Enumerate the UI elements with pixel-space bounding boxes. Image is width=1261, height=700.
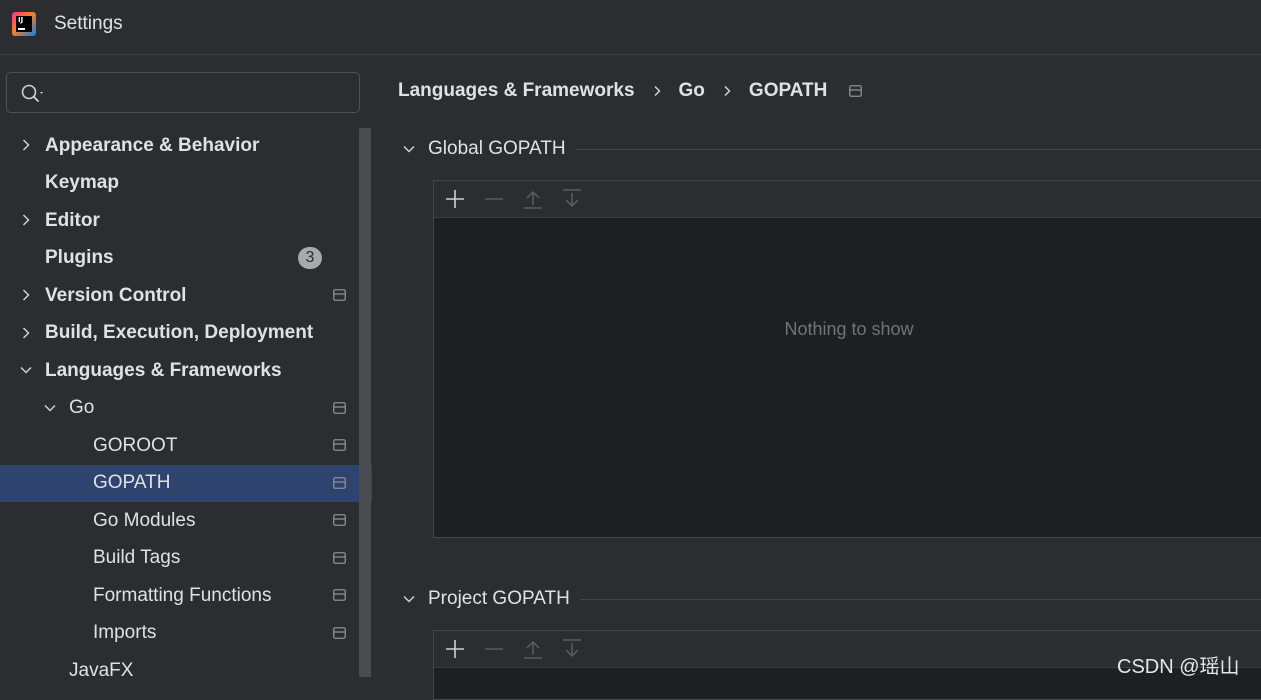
minus-icon bbox=[485, 648, 503, 650]
search-input[interactable] bbox=[51, 81, 351, 105]
project-level-icon bbox=[333, 476, 346, 489]
tree-item-label: GOROOT bbox=[93, 434, 178, 456]
tree-item-label: JavaFX bbox=[69, 659, 134, 681]
section-divider bbox=[579, 598, 1261, 600]
chevron-right-icon[interactable] bbox=[19, 138, 33, 152]
tree-item-languages-frameworks[interactable]: Languages & Frameworks bbox=[0, 352, 372, 390]
move-down-button[interactable] bbox=[561, 638, 583, 660]
breadcrumb: Languages & Frameworks Go GOPATH bbox=[398, 78, 863, 104]
tree-item-version-control[interactable]: Version Control bbox=[0, 277, 372, 315]
global-toolbar bbox=[434, 181, 1261, 218]
move-down-icon bbox=[563, 189, 581, 208]
tree-item-javafx[interactable]: JavaFX bbox=[0, 652, 372, 690]
minus-icon bbox=[485, 198, 503, 200]
move-up-icon bbox=[524, 640, 542, 659]
tree-item-label: Keymap bbox=[45, 172, 119, 194]
remove-button[interactable] bbox=[483, 638, 505, 660]
chevron-down-icon[interactable] bbox=[19, 363, 33, 377]
title-bar: IJ Settings bbox=[0, 0, 1261, 55]
add-button[interactable] bbox=[444, 638, 466, 660]
update-count-badge: 3 bbox=[298, 246, 322, 269]
tree-item-editor[interactable]: Editor bbox=[0, 202, 372, 240]
search-icon[interactable] bbox=[20, 83, 46, 103]
chevron-right-icon[interactable] bbox=[19, 326, 33, 340]
tree-item-label: GOPATH bbox=[93, 472, 171, 494]
section-title: Project GOPATH bbox=[428, 588, 570, 609]
breadcrumb-item[interactable]: Go bbox=[679, 80, 705, 102]
tree-item-plugins[interactable]: Plugins 3 bbox=[0, 240, 372, 278]
global-gopath-header[interactable]: Global GOPATH bbox=[402, 137, 1261, 161]
tree-item-label: Version Control bbox=[45, 284, 187, 306]
tree-item-label: Editor bbox=[45, 209, 100, 231]
move-up-button[interactable] bbox=[522, 638, 544, 660]
project-level-icon bbox=[333, 401, 346, 414]
tree-item-label: Go Modules bbox=[93, 509, 196, 531]
tree-item-build-tags[interactable]: Build Tags bbox=[0, 540, 372, 578]
tree-item-appearance-behavior[interactable]: Appearance & Behavior bbox=[0, 127, 372, 165]
move-down-button[interactable] bbox=[561, 188, 583, 210]
watermark: CSDN @瑶山 bbox=[1117, 656, 1240, 678]
tree-item-go-modules[interactable]: Go Modules bbox=[0, 502, 372, 540]
tree-item-label: Go bbox=[69, 397, 95, 419]
tree-item-label: Imports bbox=[93, 622, 157, 644]
chevron-right-icon[interactable] bbox=[19, 213, 33, 227]
move-up-icon bbox=[524, 190, 542, 209]
move-down-icon bbox=[563, 639, 581, 658]
tree-item-label: Appearance & Behavior bbox=[45, 134, 260, 156]
plus-icon bbox=[446, 190, 464, 208]
tree-item-label: Languages & Frameworks bbox=[45, 359, 282, 381]
chevron-right-icon bbox=[724, 85, 731, 97]
remove-button[interactable] bbox=[483, 188, 505, 210]
chevron-right-icon[interactable] bbox=[19, 288, 33, 302]
settings-sidebar: Appearance & Behavior Keymap Editor Plugins… bbox=[0, 56, 372, 685]
app-logo-icon: IJ bbox=[12, 12, 36, 36]
section-divider bbox=[575, 148, 1261, 150]
tree-item-label: Plugins bbox=[45, 247, 114, 269]
section-title: Global GOPATH bbox=[428, 138, 566, 159]
project-level-icon bbox=[333, 589, 346, 601]
tree-item-label: Build, Execution, Deployment bbox=[45, 322, 314, 344]
breadcrumb-item: GOPATH bbox=[748, 80, 828, 101]
tree-item-gopath[interactable]: GOPATH bbox=[0, 464, 372, 502]
project-level-icon bbox=[333, 514, 346, 526]
project-level-icon bbox=[333, 289, 346, 301]
tree-item-formatting-functions[interactable]: Formatting Functions bbox=[0, 577, 372, 615]
project-level-icon bbox=[849, 85, 863, 97]
breadcrumb-item[interactable]: Languages & Frameworks bbox=[398, 80, 635, 102]
tree-item-label: Formatting Functions bbox=[93, 584, 272, 606]
main-panel: Languages & Frameworks Go GOPATH Global GO… bbox=[372, 56, 1261, 700]
plus-icon bbox=[446, 640, 464, 658]
chevron-down-icon[interactable] bbox=[402, 142, 416, 156]
move-up-button[interactable] bbox=[522, 188, 544, 210]
chevron-down-icon[interactable] bbox=[43, 401, 57, 415]
settings-tree: Appearance & Behavior Keymap Editor Plugins… bbox=[0, 127, 372, 690]
tree-item-go[interactable]: Go bbox=[0, 390, 372, 428]
add-button[interactable] bbox=[444, 188, 466, 210]
window-title: Settings bbox=[54, 13, 123, 34]
tree-item-build-execution-deployment[interactable]: Build, Execution, Deployment bbox=[0, 315, 372, 353]
chevron-down-icon[interactable] bbox=[402, 592, 416, 606]
global-gopath-panel: Nothing to show bbox=[433, 180, 1261, 538]
tree-item-imports[interactable]: Imports bbox=[0, 615, 372, 653]
project-level-icon bbox=[333, 626, 346, 639]
tree-item-keymap[interactable]: Keymap bbox=[0, 165, 372, 203]
tree-item-label: Build Tags bbox=[93, 547, 181, 569]
tree-item-goroot[interactable]: GOROOT bbox=[0, 427, 372, 465]
project-gopath-header[interactable]: Project GOPATH bbox=[402, 587, 1261, 611]
search-box[interactable] bbox=[6, 72, 360, 113]
project-level-icon bbox=[333, 551, 346, 564]
chevron-right-icon bbox=[654, 85, 661, 97]
empty-state-text: Nothing to show bbox=[784, 319, 914, 339]
project-level-icon bbox=[333, 439, 346, 451]
sidebar-scrollbar[interactable] bbox=[359, 128, 371, 677]
